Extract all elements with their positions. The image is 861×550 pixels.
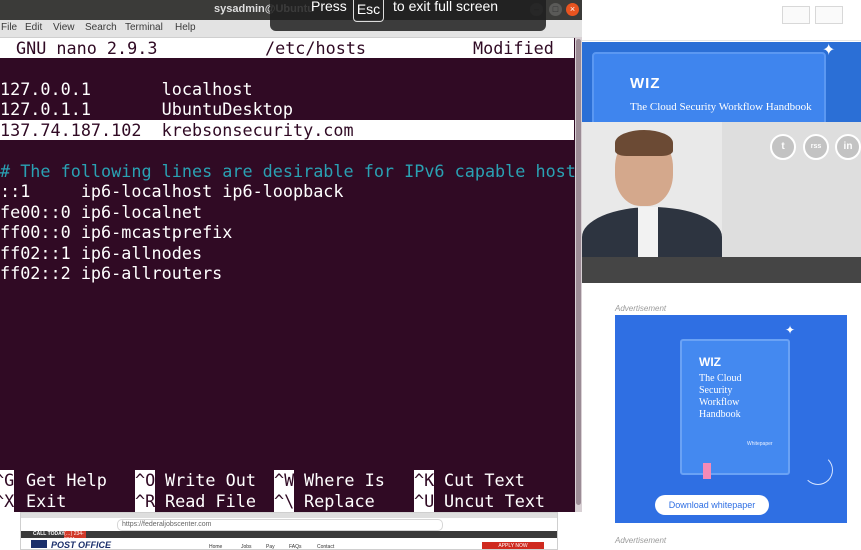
shortcut-read-file[interactable]: Read File	[165, 491, 256, 512]
linkedin-icon[interactable]: in	[835, 134, 861, 160]
speaker-hair	[615, 130, 673, 156]
apply-now-button[interactable]: APPLY NOW	[482, 542, 544, 549]
shortcut-key: ^W	[274, 470, 295, 491]
call-today-label: CALL TODAY	[33, 531, 65, 537]
fullscreen-tooltip: Press Esc to exit full screen	[270, 0, 546, 31]
advertisement-label: Advertisement	[615, 536, 667, 545]
browser-tab-bar	[21, 513, 557, 518]
shortcut-replace[interactable]: Replace	[304, 491, 375, 512]
wiz-logo: WIZ	[699, 355, 721, 369]
menu-edit[interactable]: Edit	[25, 22, 42, 33]
shortcut-write-out[interactable]: Write Out	[165, 470, 256, 491]
menu-terminal[interactable]: Terminal	[125, 22, 163, 33]
nano-header-bar: GNU nano 2.9.3 /etc/hosts Modified	[0, 38, 574, 58]
terminal-window[interactable]: sysadmin@Ubuntu – □ × File Edit View Sea…	[0, 0, 582, 512]
menu-file[interactable]: File	[1, 22, 17, 33]
file-line-comment[interactable]: # The following lines are desirable for …	[0, 161, 582, 182]
file-line[interactable]: ff00::0 ip6-mcastprefix	[0, 222, 232, 243]
topbar-control[interactable]	[815, 6, 843, 24]
shortcut-row: ^X Exit ^R Read File ^\ Replace ^U Uncut…	[0, 491, 575, 512]
site-nav-jobs[interactable]: Jobs	[241, 544, 252, 549]
shortcut-row: ^G Get Help ^O Write Out ^W Where Is ^K …	[0, 470, 575, 491]
menu-help[interactable]: Help	[175, 22, 196, 33]
shortcut-key: ^\	[274, 491, 295, 512]
shortcut-get-help[interactable]: Get Help	[26, 470, 107, 491]
site-call-bar	[21, 531, 557, 538]
ad-title-line: Workflow	[699, 397, 740, 408]
file-line[interactable]: 127.0.0.1 localhost	[0, 79, 253, 100]
site-nav-home[interactable]: Home	[209, 544, 222, 549]
shortcut-exit[interactable]: Exit	[26, 491, 66, 512]
shortcut-key: ^U	[414, 491, 435, 512]
bookmark-ribbon	[703, 463, 711, 479]
banner-ad-title: The Cloud Security Workflow Handbook	[630, 101, 812, 113]
site-top-bar	[582, 0, 861, 41]
ad-title-line: Handbook	[699, 409, 741, 420]
rss-icon[interactable]: rss	[803, 134, 829, 160]
whitepaper-advertisement[interactable]: ✦ WIZ The Cloud Security Workflow Handbo…	[615, 315, 847, 523]
file-line[interactable]: ff02::2 ip6-allrouters	[0, 263, 222, 284]
curved-arrow-icon	[803, 455, 833, 485]
post-office-logo[interactable]: POST OFFICE	[51, 540, 111, 549]
file-line[interactable]: ff02::1 ip6-allnodes	[0, 243, 202, 264]
background-browser-window[interactable]: https://federaljobscenter.com CALL TODAY…	[20, 512, 558, 550]
nano-editor[interactable]: GNU nano 2.9.3 /etc/hosts Modified 127.0…	[0, 37, 582, 512]
banner-advertisement[interactable]: WIZ The Cloud Security Workflow Handbook…	[582, 42, 861, 122]
shortcut-key: ^X	[0, 491, 15, 512]
file-line[interactable]: ::1 ip6-localhost ip6-loopback	[0, 181, 344, 202]
address-bar[interactable]: https://federaljobscenter.com	[117, 519, 443, 531]
nano-modified-status: Modified	[473, 38, 554, 58]
speaker-shirt	[638, 207, 658, 257]
site-nav-faqs[interactable]: FAQs	[289, 544, 302, 549]
sparkle-icon: ✦	[822, 42, 836, 59]
file-line-selected[interactable]: 137.74.187.102 krebsonsecurity.com	[0, 120, 354, 141]
file-line[interactable]: 127.0.1.1 UbuntuDesktop	[0, 99, 293, 120]
topbar-control[interactable]	[782, 6, 810, 24]
file-line[interactable]: fe00::0 ip6-localnet	[0, 202, 202, 223]
scrollbar-thumb[interactable]	[576, 39, 581, 505]
menu-view[interactable]: View	[53, 22, 75, 33]
video-player[interactable]: t rss in	[582, 122, 861, 257]
shortcut-key: ^O	[135, 470, 156, 491]
wiz-logo: WIZ	[630, 75, 661, 92]
site-nav-contact[interactable]: Contact	[317, 544, 334, 549]
shortcut-cut-text[interactable]: Cut Text	[444, 470, 525, 491]
webpage-background: WIZ The Cloud Security Workflow Handbook…	[582, 0, 861, 548]
whitepaper-tag: Whitepaper	[747, 441, 773, 447]
maximize-button[interactable]: □	[549, 3, 562, 16]
twitter-icon[interactable]: t	[770, 134, 796, 160]
shortcut-key: ^R	[135, 491, 156, 512]
close-button[interactable]: ×	[566, 3, 579, 16]
site-nav-pay[interactable]: Pay	[266, 544, 275, 549]
nano-version: GNU nano 2.9.3	[16, 38, 158, 58]
shortcut-uncut-text[interactable]: Uncut Text	[444, 491, 545, 512]
download-whitepaper-button[interactable]: Download whitepaper	[655, 495, 769, 515]
shortcut-key: ^G	[0, 470, 15, 491]
menu-search[interactable]: Search	[85, 22, 117, 33]
eagle-logo-icon	[31, 540, 47, 548]
fullscreen-instruction: to exit full screen	[393, 0, 499, 14]
video-controls-bar	[582, 257, 861, 283]
phone-number[interactable]: (…) 234-8901	[64, 531, 86, 543]
shortcut-key: ^K	[414, 470, 435, 491]
ad-title-line: Security	[699, 385, 733, 396]
nano-filename: /etc/hosts	[265, 38, 367, 58]
speaker-video-frame	[582, 122, 722, 257]
fullscreen-press-text: Press	[311, 0, 347, 14]
ad-title-line: The Cloud	[699, 373, 742, 384]
shortcut-where-is[interactable]: Where Is	[304, 470, 385, 491]
terminal-scrollbar[interactable]	[575, 37, 582, 512]
esc-key-badge: Esc	[353, 0, 384, 22]
advertisement-label: Advertisement	[615, 304, 667, 313]
sparkle-icon: ✦	[785, 323, 796, 337]
